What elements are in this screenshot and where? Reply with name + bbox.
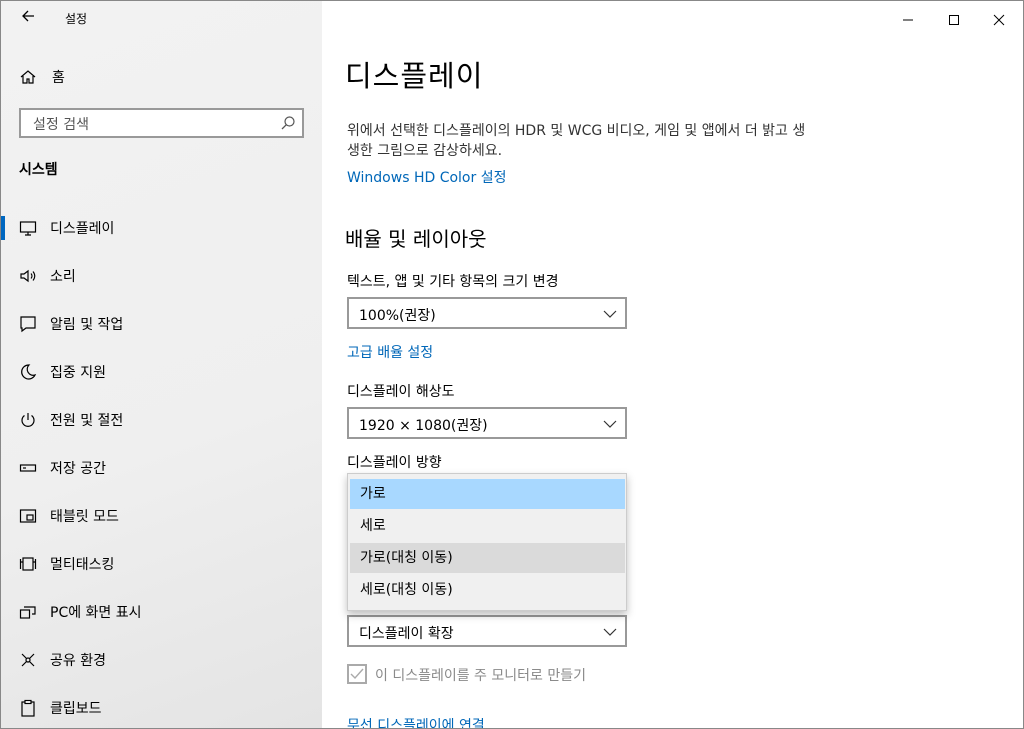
- text-size-label: 텍스트, 앱 및 기타 항목의 크기 변경: [347, 274, 559, 290]
- sidebar-item-notifications[interactable]: 알림 및 작업: [1, 300, 322, 348]
- main-display-checkbox-label: 이 디스플레이를 주 모니터로 만들기: [375, 668, 586, 684]
- sidebar-item-home[interactable]: 홈: [19, 65, 65, 89]
- sidebar-item-label: 클립보드: [50, 701, 102, 717]
- speaker-icon: [20, 269, 36, 283]
- sidebar-item-project[interactable]: PC에 화면 표시: [1, 588, 322, 636]
- dropdown-value: 100%(권장): [359, 308, 436, 324]
- sidebar-item-multitasking[interactable]: 멀티태스킹: [1, 540, 322, 588]
- tablet-icon: [19, 509, 37, 523]
- monitor-icon: [19, 221, 37, 236]
- sidebar-item-label: 홈: [52, 70, 65, 86]
- checkmark-icon: [350, 668, 364, 680]
- multitasking-icon: [19, 557, 37, 571]
- section-heading: 시스템: [19, 162, 58, 178]
- sidebar-nav: 디스플레이 소리 알림 및 작업 집중 지원 전원 및 절전 저장 공간 태블릿…: [1, 204, 322, 728]
- storage-icon: [19, 464, 37, 472]
- dropdown-value: 디스플레이 확장: [359, 626, 454, 642]
- back-button[interactable]: [15, 7, 41, 31]
- sidebar-item-label: 알림 및 작업: [50, 317, 124, 333]
- orientation-dropdown-list: 가로 세로 가로(대칭 이동) 세로(대칭 이동): [347, 473, 627, 611]
- search-icon[interactable]: [280, 115, 296, 131]
- chevron-down-icon: [603, 420, 617, 428]
- resolution-dropdown[interactable]: 1920 × 1080(권장): [347, 407, 627, 439]
- home-icon: [20, 70, 36, 84]
- dropdown-value: 1920 × 1080(권장): [359, 418, 488, 434]
- project-icon: [19, 606, 36, 619]
- sidebar-item-label: 멀티태스킹: [50, 557, 115, 573]
- sidebar-item-share[interactable]: 공유 환경: [1, 636, 322, 684]
- sidebar-item-storage[interactable]: 저장 공간: [1, 444, 322, 492]
- main-display-checkbox[interactable]: [347, 664, 367, 684]
- sidebar-item-label: 저장 공간: [50, 461, 106, 477]
- wireless-display-link[interactable]: 무선 디스플레이에 연결: [347, 715, 485, 728]
- back-arrow-icon: [22, 10, 34, 22]
- sidebar: 설정 홈 시스템 디스플레이 소리 알림 및 작업: [1, 1, 322, 728]
- sidebar-item-label: PC에 화면 표시: [50, 605, 142, 621]
- sidebar-item-label: 디스플레이: [50, 221, 115, 237]
- share-icon: [21, 653, 35, 667]
- hdr-description: 위에서 선택한 디스플레이의 HDR 및 WCG 비디오, 게임 및 앱에서 더…: [347, 123, 806, 159]
- sidebar-item-tablet-mode[interactable]: 태블릿 모드: [1, 492, 322, 540]
- text-size-dropdown[interactable]: 100%(권장): [347, 297, 627, 329]
- advanced-scaling-link[interactable]: 고급 배율 설정: [347, 342, 433, 362]
- scale-layout-heading: 배율 및 레이아웃: [345, 227, 487, 251]
- sidebar-item-label: 집중 지원: [50, 365, 106, 381]
- window-title: 설정: [65, 12, 88, 26]
- chevron-down-icon: [603, 628, 617, 636]
- power-icon: [21, 413, 35, 427]
- chevron-down-icon: [603, 310, 617, 318]
- search-box[interactable]: [19, 108, 304, 138]
- orientation-option-portrait[interactable]: 세로: [350, 511, 625, 541]
- sidebar-item-label: 전원 및 절전: [50, 413, 124, 429]
- sidebar-item-label: 소리: [50, 269, 76, 285]
- settings-window: 설정 홈 시스템 디스플레이 소리 알림 및 작업: [0, 0, 1024, 729]
- clipboard-icon: [21, 699, 35, 717]
- page-title: 디스플레이: [345, 59, 484, 93]
- sidebar-item-focus-assist[interactable]: 집중 지원: [1, 348, 322, 396]
- sidebar-item-label: 태블릿 모드: [50, 509, 119, 525]
- orientation-option-portrait-flipped[interactable]: 세로(대칭 이동): [350, 575, 625, 605]
- sidebar-item-clipboard[interactable]: 클립보드: [1, 684, 322, 728]
- selection-indicator: [1, 216, 5, 240]
- sidebar-item-sound[interactable]: 소리: [1, 252, 322, 300]
- moon-icon: [21, 364, 37, 380]
- hdr-color-settings-link[interactable]: Windows HD Color 설정: [347, 167, 506, 187]
- notification-icon: [20, 316, 36, 333]
- orientation-option-landscape-flipped[interactable]: 가로(대칭 이동): [350, 543, 625, 573]
- orientation-option-landscape[interactable]: 가로: [350, 479, 625, 509]
- sidebar-item-label: 공유 환경: [50, 653, 106, 669]
- sidebar-item-display[interactable]: 디스플레이: [1, 204, 322, 252]
- multiple-displays-dropdown[interactable]: 디스플레이 확장: [347, 615, 627, 647]
- main-content: 디스플레이 위에서 선택한 디스플레이의 HDR 및 WCG 비디오, 게임 및…: [323, 1, 1023, 728]
- sidebar-item-power[interactable]: 전원 및 절전: [1, 396, 322, 444]
- resolution-label: 디스플레이 해상도: [347, 384, 455, 400]
- orientation-label: 디스플레이 방향: [347, 455, 442, 471]
- search-input[interactable]: [31, 114, 275, 136]
